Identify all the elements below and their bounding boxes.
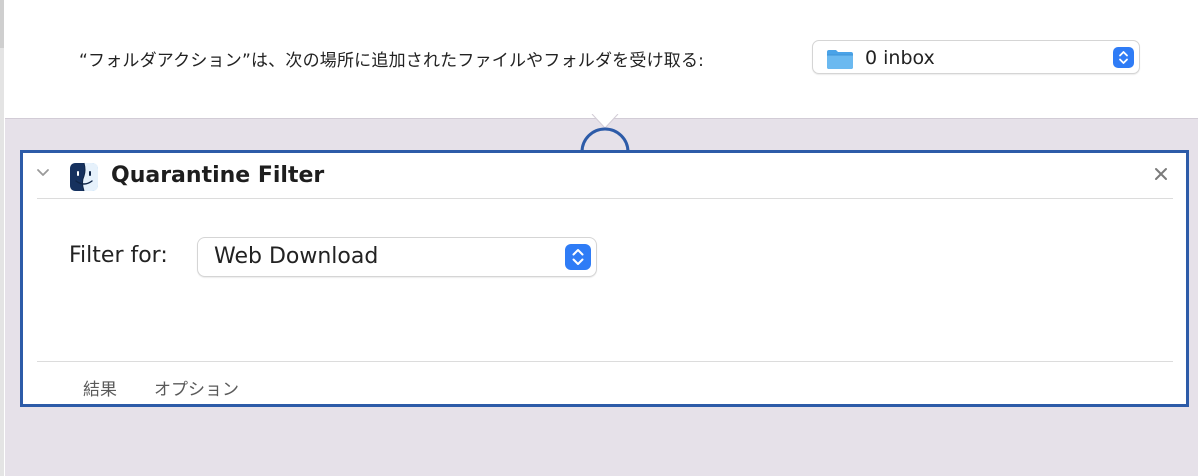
- folder-action-header: “フォルダアクション”は、次の場所に追加されたファイルやフォルダを受け取る: 0…: [5, 0, 1198, 118]
- finder-icon: [70, 162, 98, 192]
- action-header-divider: [37, 198, 1173, 199]
- filter-label: Filter for:: [69, 243, 168, 268]
- folder-icon: [827, 50, 853, 69]
- filter-stepper-icon: [565, 244, 591, 270]
- action-title: Quarantine Filter: [111, 163, 325, 188]
- tab-options[interactable]: オプション: [154, 375, 239, 400]
- window-left-edge: [0, 0, 4, 476]
- tab-results[interactable]: 結果: [83, 375, 117, 400]
- chevron-down-icon[interactable]: [35, 167, 51, 179]
- window-left-edge-shadow: [0, 0, 4, 48]
- folder-stepper-icon: [1113, 47, 1134, 68]
- filter-value: Web Download: [214, 244, 379, 269]
- action-card-quarantine-filter[interactable]: Quarantine Filter Filter for: Web Downlo…: [20, 150, 1189, 407]
- action-footer-divider: [37, 361, 1173, 362]
- receive-label: “フォルダアクション”は、次の場所に追加されたファイルやフォルダを受け取る:: [79, 51, 705, 71]
- filter-popup-button[interactable]: Web Download: [197, 237, 597, 277]
- close-icon[interactable]: [1152, 165, 1170, 183]
- automator-window: “フォルダアクション”は、次の場所に追加されたファイルやフォルダを受け取る: 0…: [0, 0, 1198, 476]
- folder-value: 0 inbox: [865, 47, 935, 69]
- folder-popup-button[interactable]: 0 inbox: [812, 40, 1140, 74]
